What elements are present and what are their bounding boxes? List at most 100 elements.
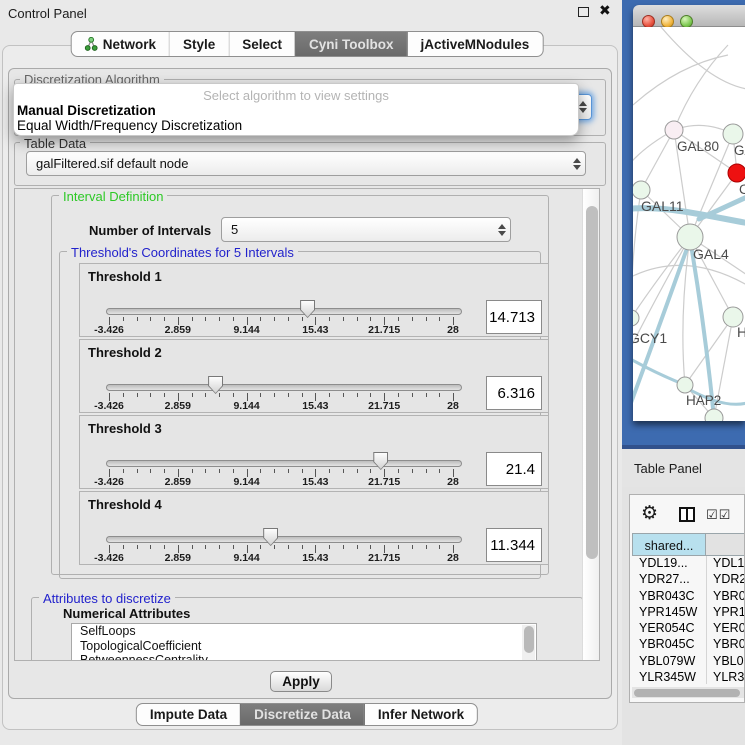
table-row[interactable]: YBL079WYBL0 (632, 654, 745, 670)
network-node-green[interactable] (723, 124, 743, 144)
list-scrollbar[interactable] (522, 625, 535, 661)
network-edge (641, 130, 674, 190)
slider-tick-label: 28 (447, 324, 459, 336)
slider-tick (192, 469, 193, 473)
float-window-icon[interactable] (578, 7, 589, 17)
threshold-panel-3: Threshold 3-3.4262.8599.14415.4321.71528… (79, 415, 549, 489)
cell-name: YDR2 (713, 572, 745, 586)
slider-tick (302, 545, 303, 549)
algorithm-option-manual-discretization[interactable]: Manual Discretization (17, 103, 156, 118)
table-row[interactable]: YER054CYER0 (632, 621, 745, 637)
column-header-shared-name[interactable]: shared... (632, 533, 706, 556)
scrollbar-track[interactable] (582, 189, 600, 661)
minimize-traffic-light[interactable] (661, 15, 674, 28)
zoom-traffic-light[interactable] (680, 15, 693, 28)
gear-icon[interactable]: ⚙ (641, 502, 658, 525)
threshold-slider-handle[interactable] (373, 452, 388, 470)
tab-network[interactable]: Network (72, 32, 169, 56)
threshold-slider-track[interactable] (106, 384, 462, 391)
network-edge (674, 45, 728, 130)
network-node-pink[interactable] (665, 121, 683, 139)
network-node-green[interactable] (633, 181, 650, 199)
slider-tick (439, 317, 440, 321)
threshold-value-field[interactable]: 6.316 (486, 376, 542, 410)
threshold-slider-track[interactable] (106, 536, 462, 543)
slider-tick (329, 393, 330, 397)
slider-tick (274, 469, 275, 473)
tab-impute-data[interactable]: Impute Data (137, 704, 240, 725)
scrollbar-thumb[interactable] (586, 206, 598, 559)
slider-tick (150, 317, 151, 321)
close-icon[interactable]: ✖ (599, 2, 611, 19)
slider-tick (426, 317, 427, 321)
threshold-slider-track[interactable] (106, 460, 462, 467)
threshold-label: Threshold 1 (88, 269, 162, 284)
columns-icon[interactable] (679, 507, 695, 522)
column-divider (706, 556, 707, 684)
slider-tick-label: -3.426 (94, 552, 124, 564)
chevron-up-down-icon[interactable] (494, 224, 510, 236)
algorithm-option-equal-width-frequency-discretization[interactable]: Equal Width/Frequency Discretization (17, 118, 242, 133)
tab-select[interactable]: Select (228, 32, 295, 56)
threshold-value-field[interactable]: 14.713 (486, 300, 542, 334)
window-titlebar[interactable] (633, 5, 745, 27)
network-canvas[interactable]: GAL80GACGAL11GAL4GCY1HHAP2 (633, 27, 745, 421)
tab-discretize-data[interactable]: Discretize Data (240, 704, 364, 725)
cell-name: YLR3 (713, 670, 744, 684)
table-row[interactable]: YDL19...YDL1 (632, 556, 745, 572)
threshold-slider-handle[interactable] (263, 528, 278, 546)
list-scrollbar-thumb[interactable] (524, 626, 534, 653)
threshold-value-field[interactable]: 11.344 (486, 528, 542, 562)
cell-name: YPR1 (713, 605, 745, 619)
threshold-slider-handle[interactable] (300, 300, 315, 318)
cell-shared-name: YDL19... (639, 556, 688, 570)
tab-cyni-toolbox[interactable]: Cyni Toolbox (295, 32, 407, 56)
tab-infer-network[interactable]: Infer Network (364, 704, 477, 725)
table-row[interactable]: YDR27... YDR2 (632, 572, 745, 588)
slider-tick (357, 393, 358, 397)
network-node-green[interactable] (677, 377, 693, 393)
slider-tick (219, 393, 220, 397)
attribute-item-selfloops[interactable]: SelfLoops (72, 624, 536, 639)
horizontal-scrollbar[interactable] (632, 687, 744, 698)
network-node-green[interactable] (633, 310, 639, 326)
network-node-red[interactable] (728, 164, 745, 182)
threshold-value-field[interactable]: 21.4 (486, 452, 542, 486)
horizontal-scrollbar-thumb[interactable] (634, 689, 740, 697)
tab-jactivemnodules[interactable]: jActiveMNodules (407, 32, 543, 56)
panel-title: Control Panel (8, 6, 87, 21)
threshold-slider-track[interactable] (106, 308, 462, 315)
numerical-attributes-list[interactable]: SelfLoopsTopologicalCoefficientBetweenne… (71, 623, 537, 661)
table-data-combo[interactable]: galFiltered.sif default node (26, 151, 586, 176)
slider-tick (150, 545, 151, 549)
slider-tick-label: 21.715 (368, 324, 400, 336)
slider-tick (205, 545, 206, 549)
network-node-label-gal4: GAL4 (693, 246, 729, 262)
table-row[interactable]: YPR145W YPR1 (632, 605, 745, 621)
select-columns-icon[interactable]: ☑☑ (706, 507, 731, 523)
slider-tick (233, 469, 234, 473)
attribute-item-topologicalcoefficient[interactable]: TopologicalCoefficient (72, 639, 536, 654)
cell-shared-name: YDR27... (639, 572, 690, 586)
table-row[interactable]: YBR045CYBR0 (632, 637, 745, 653)
slider-tick (233, 393, 234, 397)
table-row[interactable]: YBR043CYBR0 (632, 589, 745, 605)
slider-tick (370, 469, 371, 473)
cell-shared-name: YPR145W (639, 605, 697, 619)
threshold-slider-handle[interactable] (208, 376, 223, 394)
number-of-intervals-combo[interactable]: 5 (221, 217, 511, 242)
slider-tick (426, 393, 427, 397)
slider-tick (233, 317, 234, 321)
interval-definition-label: Interval Definition (59, 189, 167, 204)
attribute-item-betweennesscentrality[interactable]: BetweennessCentrality (72, 653, 536, 661)
tab-style[interactable]: Style (169, 32, 228, 56)
column-header-name[interactable]: na (706, 533, 745, 556)
slider-tick (205, 393, 206, 397)
apply-button[interactable]: Apply (270, 671, 332, 692)
number-of-intervals-value: 5 (222, 222, 494, 237)
slider-tick (302, 469, 303, 473)
close-traffic-light[interactable] (642, 15, 655, 28)
table-row[interactable]: YLR345WYLR3 (632, 670, 745, 686)
slider-tick (398, 393, 399, 397)
chevron-up-down-icon[interactable] (569, 158, 585, 170)
